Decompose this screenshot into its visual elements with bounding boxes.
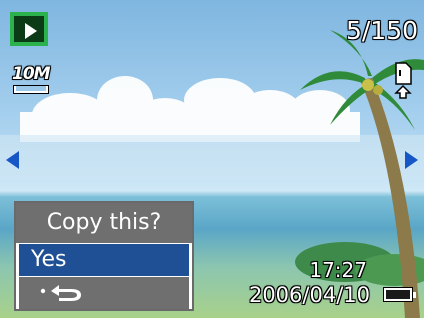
play-mode-icon (10, 12, 48, 46)
camera-playback-screen: 10M 5/150 Copy this? Yes 17:27 2006/04/1… (0, 0, 424, 318)
copy-menu-title: Copy this? (16, 203, 192, 243)
image-counter: 5/150 (345, 16, 418, 45)
battery-icon (384, 288, 416, 301)
capture-time: 17:27 (309, 258, 367, 282)
yes-option[interactable]: Yes (19, 244, 189, 276)
capture-date: 2006/04/10 (248, 283, 370, 307)
resolution-label: 10M (12, 64, 51, 84)
back-icon (40, 285, 81, 301)
back-option[interactable] (19, 277, 189, 309)
right-arrow-icon[interactable] (405, 151, 418, 169)
internal-memory-icon (394, 62, 412, 99)
left-arrow-icon[interactable] (6, 151, 19, 169)
resolution-bar-icon (14, 86, 48, 93)
copy-menu: Copy this? Yes (14, 201, 194, 311)
